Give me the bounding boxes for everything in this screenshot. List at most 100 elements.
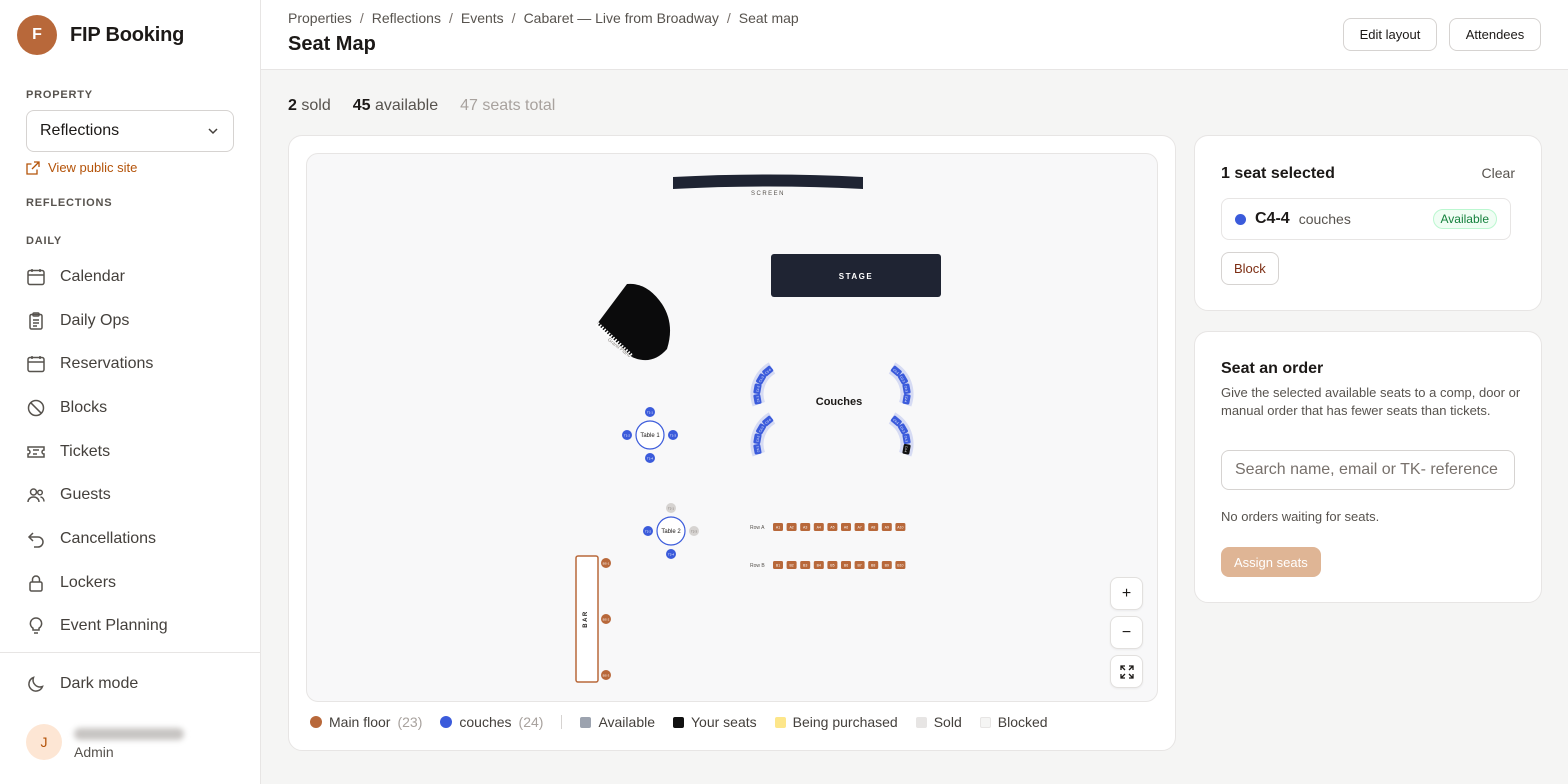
sidebar-item-blocks[interactable]: Blocks	[26, 386, 168, 430]
legend-main-floor[interactable]: Main floor (23)	[310, 714, 422, 730]
seat-T2-1[interactable]: T2-1	[666, 503, 676, 513]
seat-T1-4[interactable]: T1-4	[645, 453, 655, 463]
seat-T1-2[interactable]: T1-2	[622, 430, 632, 440]
chevron-down-icon	[208, 128, 218, 135]
seats-layer[interactable]: A1 A2 A3 A4 A5 A6 A7 A8 A9 A10 B1 B2 B3 B4 B5 B6 B7 B8 B9 B…	[601, 362, 914, 680]
breadcrumb-separator: /	[511, 10, 516, 26]
being-purchased-swatch	[774, 716, 786, 728]
clear-selection-button[interactable]: Clear	[1482, 165, 1515, 181]
seat-B5[interactable]: B5	[827, 561, 838, 569]
daily-group-label: DAILY	[26, 235, 62, 247]
seat-label: T1-4	[647, 457, 654, 461]
sidebar-item-label: Reservations	[60, 355, 154, 373]
zoom-in-button[interactable]: +	[1110, 577, 1143, 610]
lock-icon	[29, 574, 43, 592]
sidebar-item-cancellations[interactable]: Cancellations	[26, 517, 168, 561]
seat-A1[interactable]: A1	[773, 523, 783, 531]
breadcrumb-current: Seat map	[738, 10, 799, 26]
order-search-input[interactable]	[1221, 450, 1515, 490]
seat-stats: 2 sold 45 available 47 seats total	[288, 97, 555, 115]
legend-couches[interactable]: couches (24)	[440, 714, 543, 730]
fit-to-screen-button[interactable]	[1110, 655, 1143, 688]
ticket-icon	[27, 445, 45, 458]
block-button[interactable]: Block	[1221, 252, 1279, 285]
sidebar-item-guests[interactable]: Guests	[26, 473, 168, 517]
row-b-label: Row B	[750, 563, 765, 569]
seat-A3[interactable]: A3	[800, 523, 811, 531]
seat-A7[interactable]: A7	[854, 523, 865, 531]
attendees-button[interactable]: Attendees	[1449, 18, 1541, 51]
seat-B8[interactable]: B8	[868, 561, 879, 569]
seat-map-svg[interactable]: SCREEN STAGE Grand Piano Couches Table 1…	[307, 154, 1158, 702]
seat-label: T2-3	[691, 530, 698, 534]
calendar-icon	[27, 356, 45, 373]
seat-T2-3[interactable]: T2-3	[689, 526, 699, 536]
legend-blocked: Blocked	[979, 714, 1048, 730]
seat-A2[interactable]: A2	[786, 523, 797, 531]
dark-mode-toggle[interactable]: Dark mode	[26, 674, 138, 694]
view-public-site-link[interactable]: View public site	[26, 160, 137, 175]
sidebar-item-daily-ops[interactable]: Daily Ops	[26, 299, 168, 343]
selected-seat-chip[interactable]: C4-4 couches Available	[1221, 198, 1511, 240]
seat-BS-3[interactable]: BS-3	[601, 670, 611, 680]
seat-B10[interactable]: B10	[895, 561, 906, 569]
seat-label: A3	[803, 526, 807, 530]
assign-seats-button[interactable]: Assign seats	[1221, 547, 1321, 577]
seat-label: B4	[817, 564, 821, 568]
lightbulb-icon	[29, 617, 43, 635]
external-link-icon	[26, 160, 40, 175]
seat-label: A1	[776, 526, 780, 530]
sidebar-item-label: Cancellations	[60, 529, 157, 547]
breadcrumb-item[interactable]: Events	[461, 10, 504, 26]
zoom-out-button[interactable]: −	[1110, 616, 1143, 649]
seat-A10[interactable]: A10	[895, 523, 906, 531]
property-value: Reflections	[40, 122, 120, 139]
sidebar-item-lockers[interactable]: Lockers	[26, 561, 168, 605]
seat-label: B1	[776, 564, 780, 568]
seat-B9[interactable]: B9	[881, 561, 892, 569]
brand[interactable]: F FIP Booking	[17, 15, 184, 55]
legend-being-purchased: Being purchased	[774, 714, 898, 730]
sidebar-item-label: Guests	[60, 486, 111, 504]
seat-T2-4[interactable]: T2-4	[666, 549, 676, 559]
your-seats-swatch	[673, 716, 684, 728]
seat-map-canvas[interactable]: SCREEN STAGE Grand Piano Couches Table 1…	[306, 153, 1158, 702]
seat-BS-2[interactable]: BS-2	[601, 614, 611, 624]
seat-B7[interactable]: B7	[854, 561, 865, 569]
table-2-label: Table 2	[661, 529, 681, 535]
seat-T1-3[interactable]: T1-3	[668, 430, 678, 440]
seat-B2[interactable]: B2	[786, 561, 797, 569]
seat-A8[interactable]: A8	[868, 523, 879, 531]
seat-T2-2[interactable]: T2-2	[643, 526, 653, 536]
property-select[interactable]: Reflections	[26, 110, 234, 152]
seat-A9[interactable]: A9	[881, 523, 892, 531]
page-title: Seat Map	[288, 33, 376, 55]
seat-label: B7	[857, 564, 861, 568]
sidebar-item-label: Event Planning	[60, 617, 168, 635]
seat-A4[interactable]: A4	[813, 523, 824, 531]
sidebar-item-event-planning[interactable]: Event Planning	[26, 605, 168, 649]
seat-B4[interactable]: B4	[813, 561, 824, 569]
seat-BS-1[interactable]: BS-1	[601, 558, 611, 568]
sidebar-item-reservations[interactable]: Reservations	[26, 342, 168, 386]
sidebar-item-calendar[interactable]: Calendar	[26, 255, 168, 299]
seat-label: B2	[789, 564, 793, 568]
seat-B3[interactable]: B3	[800, 561, 811, 569]
breadcrumb-item[interactable]: Reflections	[372, 10, 441, 26]
sidebar-item-tickets[interactable]: Tickets	[26, 430, 168, 474]
breadcrumb-item[interactable]: Properties	[288, 10, 352, 26]
seat-label: B10	[897, 564, 903, 568]
seat-label: A2	[789, 526, 793, 530]
seat-B1[interactable]: B1	[773, 561, 783, 569]
ban-icon	[27, 399, 45, 417]
seat-A6[interactable]: A6	[841, 523, 851, 531]
sidebar-item-label: Daily Ops	[60, 311, 130, 329]
user-menu[interactable]: J Admin	[26, 724, 184, 760]
screen-label: SCREEN	[751, 191, 785, 197]
seat-B6[interactable]: B6	[841, 561, 851, 569]
grand-piano: Grand Piano	[595, 283, 671, 361]
seat-A5[interactable]: A5	[827, 523, 838, 531]
seat-T1-1[interactable]: T1-1	[645, 407, 655, 417]
breadcrumb-item[interactable]: Cabaret — Live from Broadway	[524, 10, 719, 26]
edit-layout-button[interactable]: Edit layout	[1343, 18, 1437, 51]
